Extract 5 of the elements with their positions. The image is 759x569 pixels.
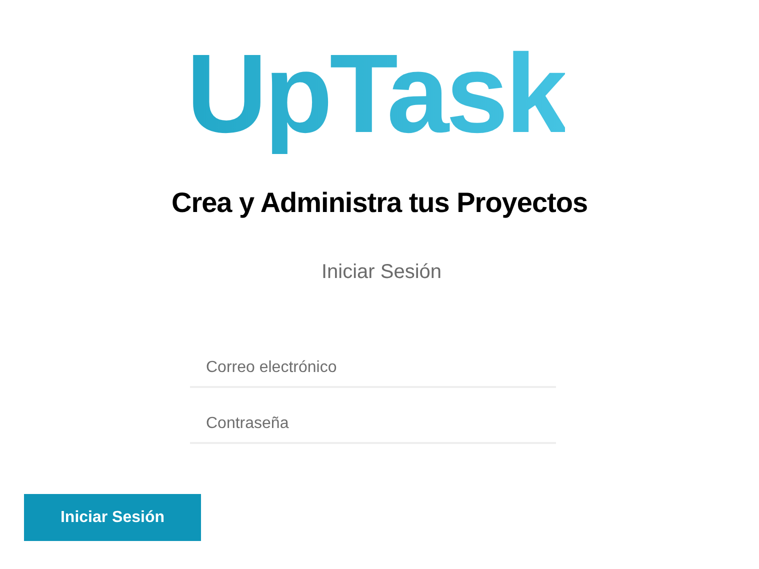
input-field[interactable]: Contraseña bbox=[190, 406, 556, 444]
login-button[interactable]: Iniciar Sesión bbox=[24, 494, 201, 541]
tagline: Crea y Administra tus Proyectos bbox=[171, 186, 588, 220]
input-field[interactable]: Correo electrónico bbox=[190, 350, 556, 388]
form-heading: Iniciar Sesión bbox=[321, 260, 442, 284]
